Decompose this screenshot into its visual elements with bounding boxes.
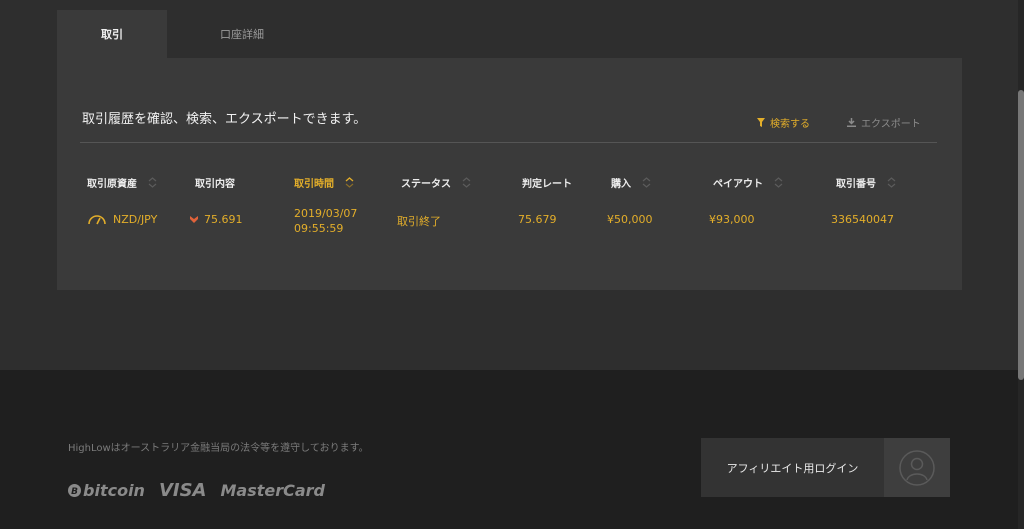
sort-icon <box>642 177 651 188</box>
payment-logos: B bitcoin VISA MasterCard <box>68 480 325 501</box>
entry-rate: 75.691 <box>204 213 243 226</box>
trade-time: 09:55:59 <box>294 222 344 235</box>
column-header-label: 判定レート <box>522 179 572 190</box>
down-arrow-icon <box>190 216 198 223</box>
column-header-label: 取引番号 <box>836 179 876 190</box>
column-header-label: 取引原資産 <box>87 179 137 190</box>
tab-trades[interactable]: 取引 <box>57 10 167 58</box>
sort-icon <box>148 177 157 188</box>
sort-icon <box>462 177 471 188</box>
column-header-purchase[interactable]: 購入 <box>611 175 651 190</box>
column-header-label: 取引時間 <box>294 179 334 190</box>
closing-rate-cell: 75.679 <box>518 213 557 226</box>
download-icon <box>847 118 856 127</box>
main-area: 取引 口座詳細 取引履歴を確認、検索、エクスポートできます。 検索する エクスポ… <box>0 0 1024 370</box>
scrollbar[interactable] <box>1018 0 1024 529</box>
visa-logo: VISA <box>158 480 207 501</box>
scrollbar-thumb[interactable] <box>1018 90 1024 380</box>
column-header-asset[interactable]: 取引原資産 <box>87 175 157 190</box>
svg-text:B: B <box>71 487 78 497</box>
column-header-status[interactable]: ステータス <box>401 175 471 190</box>
purchase-cell: ¥50,000 <box>607 213 653 226</box>
bitcoin-icon: B <box>68 484 81 497</box>
column-header-payout[interactable]: ペイアウト <box>713 175 783 190</box>
asset-cell: NZD/JPY <box>87 213 157 226</box>
content-cell: 75.691 <box>190 213 243 226</box>
column-header-label: 購入 <box>611 179 631 190</box>
sort-icon <box>887 177 896 188</box>
column-header-closing-rate[interactable]: 判定レート <box>522 175 572 190</box>
user-icon-box <box>884 438 950 497</box>
payout-cell: ¥93,000 <box>709 213 755 226</box>
tab-trades-label: 取引 <box>101 28 123 41</box>
affiliate-login-label: アフィリエイト用ログイン <box>726 461 859 475</box>
legal-text: HighLowはオーストラリア金融当局の法令等を遵守しております。 <box>68 443 369 454</box>
status-cell: 取引終了 <box>397 215 441 228</box>
search-button[interactable]: 検索する <box>757 115 810 130</box>
gauge-icon <box>88 215 106 225</box>
user-icon <box>899 449 935 486</box>
export-button-label: エクスポート <box>861 119 921 130</box>
intro-text: 取引履歴を確認、検索、エクスポートできます。 <box>82 112 367 127</box>
trade-date: 2019/03/07 <box>294 207 358 220</box>
time-cell: 2019/03/07 09:55:59 <box>294 206 357 236</box>
search-button-label: 検索する <box>770 119 810 130</box>
filter-icon <box>757 118 765 127</box>
affiliate-login-button[interactable]: アフィリエイト用ログイン <box>701 438 950 497</box>
column-header-trade-id[interactable]: 取引番号 <box>836 175 896 190</box>
bitcoin-logo: B bitcoin <box>68 481 145 500</box>
sort-icon <box>774 177 783 188</box>
export-button[interactable]: エクスポート <box>847 115 921 130</box>
mastercard-logo: MasterCard <box>220 481 325 500</box>
trade-id-cell: 336540047 <box>831 213 894 226</box>
column-header-time[interactable]: 取引時間 <box>294 175 354 190</box>
column-header-label: ペイアウト <box>713 179 763 190</box>
column-header-content[interactable]: 取引内容 <box>195 175 235 190</box>
column-header-label: 取引内容 <box>195 179 235 190</box>
trade-history-panel: 取引履歴を確認、検索、エクスポートできます。 検索する エクスポート 取引原資産… <box>57 58 962 290</box>
footer: HighLowはオーストラリア金融当局の法令等を遵守しております。 B bitc… <box>0 370 1024 529</box>
sort-icon <box>345 177 354 188</box>
asset-name: NZD/JPY <box>113 213 158 226</box>
tab-account-details[interactable]: 口座詳細 <box>167 10 317 58</box>
divider <box>80 142 937 143</box>
column-header-label: ステータス <box>401 179 451 190</box>
tab-account-details-label: 口座詳細 <box>220 28 264 41</box>
